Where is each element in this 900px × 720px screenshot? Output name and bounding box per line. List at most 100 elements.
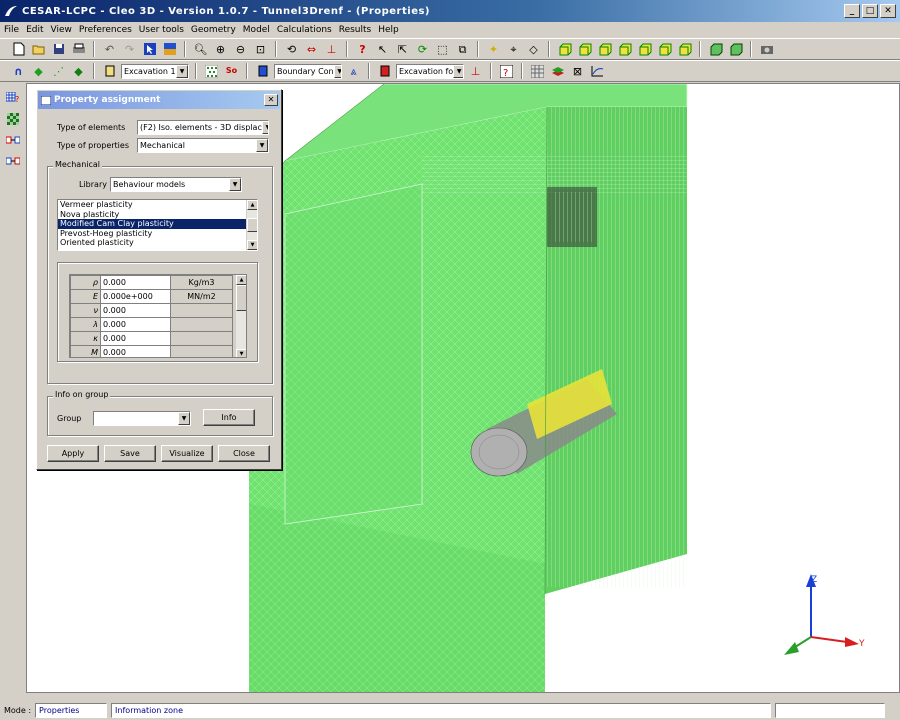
connect-icon[interactable] [5,131,22,148]
param-table-scrollbar[interactable]: ▲ ▼ [235,275,246,357]
type-of-elements-select[interactable]: (F2) Iso. elements - 3D displac▼ [137,120,269,135]
pick-surface-icon[interactable]: ◇ [525,41,542,58]
minimize-button[interactable]: _ [844,4,860,18]
behaviour-model-list[interactable]: Vermeer plasticity Nova plasticity Modif… [57,199,258,251]
highlight-icon[interactable]: ✦ [485,41,502,58]
pan-icon[interactable]: ⇔ [303,41,320,58]
list-item-modified-cam-clay[interactable]: Modified Cam Clay plasticity [58,219,246,229]
help-query-icon[interactable]: ? [354,41,371,58]
diamond-solid-icon[interactable]: ◆ [70,63,87,80]
library-select[interactable]: Behaviour models ▼ [110,177,242,192]
menu-preferences[interactable]: Preferences [79,25,132,35]
scroll-up-icon[interactable]: ▲ [236,275,246,285]
cursor-select-icon[interactable] [141,41,158,58]
redo-icon[interactable]: ↷ [121,41,138,58]
zoom-window-icon[interactable]: ⊡ [252,41,269,58]
pick-point-icon[interactable]: ⌖ [505,41,522,58]
menu-model[interactable]: Model [243,25,270,35]
scroll-thumb[interactable] [247,218,257,232]
save-button[interactable]: Save [104,445,156,462]
close-button[interactable]: Close [218,445,270,462]
scroll-down-icon[interactable]: ▼ [236,349,246,357]
node-line-icon[interactable]: ⋰ [50,63,67,80]
view-back-icon[interactable] [576,41,593,58]
measure-icon[interactable]: ⊥ [323,41,340,58]
support-icon[interactable]: ⩓ [345,63,362,80]
view-front-icon[interactable] [556,41,573,58]
list-item-nova[interactable]: Nova plasticity [58,210,257,220]
mesh-check-icon[interactable]: ⊠ [569,63,586,80]
view-iso-icon[interactable] [676,41,693,58]
table-icon[interactable] [529,63,546,80]
menu-geometry[interactable]: Geometry [191,25,236,35]
save-icon[interactable] [50,41,67,58]
view-shaded-icon[interactable] [727,41,744,58]
select-rotate-icon[interactable]: ⟳ [414,41,431,58]
open-folder-icon[interactable] [30,41,47,58]
link-icon[interactable] [5,152,22,169]
type-of-properties-select[interactable]: Mechanical ▼ [137,138,269,153]
view-perspective-icon[interactable] [707,41,724,58]
zoom-in-icon[interactable]: ⊕ [212,41,229,58]
layers-icon[interactable] [549,63,566,80]
menu-user-tools[interactable]: User tools [139,25,184,35]
info-button[interactable]: Info [203,409,255,426]
excavation-select[interactable]: Excavation 1 ▼ [121,63,189,79]
grid-query-icon[interactable]: ? [5,89,22,106]
menu-edit[interactable]: Edit [26,25,43,35]
query-box-icon[interactable]: ? [498,63,515,80]
param-value-input[interactable]: 0.000 [100,345,171,357]
view-left-icon[interactable] [596,41,613,58]
param-value-input[interactable]: 0.000 [100,303,171,318]
menu-results[interactable]: Results [339,25,372,35]
scroll-down-icon[interactable]: ▼ [247,240,257,250]
list-item-oriented[interactable]: Oriented plasticity [58,238,257,248]
boundary-condition-select[interactable]: Boundary Con ▼ [274,63,342,79]
force-icon[interactable]: ⊥ [467,63,484,80]
zoom-out-icon[interactable]: ⊖ [232,41,249,58]
select-arrow-icon[interactable]: ↖ [374,41,391,58]
group-select[interactable]: ▼ [93,411,191,426]
select-group-icon[interactable]: ⧉ [454,41,471,58]
view-bottom-icon[interactable] [656,41,673,58]
zoom-icon[interactable]: 🔍︎ [192,41,209,58]
curve-plot-icon[interactable] [589,63,606,80]
select-multi-icon[interactable]: ⇱ [394,41,411,58]
model-list-scrollbar[interactable]: ▲ ▼ [246,200,257,250]
param-value-input[interactable]: 0.000e+000 [100,289,171,304]
print-icon[interactable] [70,41,87,58]
view-right-icon[interactable] [616,41,633,58]
rotate-icon[interactable]: ⟲ [283,41,300,58]
param-value-input[interactable]: 0.000 [100,331,171,346]
apply-button[interactable]: Apply [47,445,99,462]
param-value-input[interactable]: 0.000 [100,275,171,290]
dialog-close-icon[interactable]: ✕ [264,94,278,106]
new-file-icon[interactable] [10,41,27,58]
load-document-icon[interactable] [376,63,393,80]
visualize-button[interactable]: Visualize [161,445,213,462]
view-top-icon[interactable] [636,41,653,58]
close-window-button[interactable]: ✕ [880,4,896,18]
select-box-icon[interactable]: ⬚ [434,41,451,58]
checker-icon[interactable] [5,110,22,127]
grid-pattern-icon[interactable] [203,63,220,80]
menu-calculations[interactable]: Calculations [277,25,332,35]
mesh-view-icon[interactable] [161,41,178,58]
scroll-thumb[interactable] [236,285,246,311]
list-item-prevost-hoeg[interactable]: Prevost-Hoeg plasticity [58,229,257,239]
menu-help[interactable]: Help [378,25,399,35]
arch-icon[interactable]: ∩ [10,63,27,80]
undo-icon[interactable]: ↶ [101,41,118,58]
excavation-force-select[interactable]: Excavation fo ▼ [396,63,464,79]
scroll-up-icon[interactable]: ▲ [247,200,257,210]
param-value-input[interactable]: 0.000 [100,317,171,332]
document-icon[interactable] [101,63,118,80]
maximize-button[interactable]: □ [862,4,878,18]
diamond-icon[interactable]: ◆ [30,63,47,80]
bc-document-icon[interactable] [254,63,271,80]
menu-view[interactable]: View [51,25,72,35]
so-icon[interactable]: So [223,63,240,80]
list-item-vermeer[interactable]: Vermeer plasticity [58,200,257,210]
camera-icon[interactable] [758,41,775,58]
menu-file[interactable]: File [4,25,19,35]
